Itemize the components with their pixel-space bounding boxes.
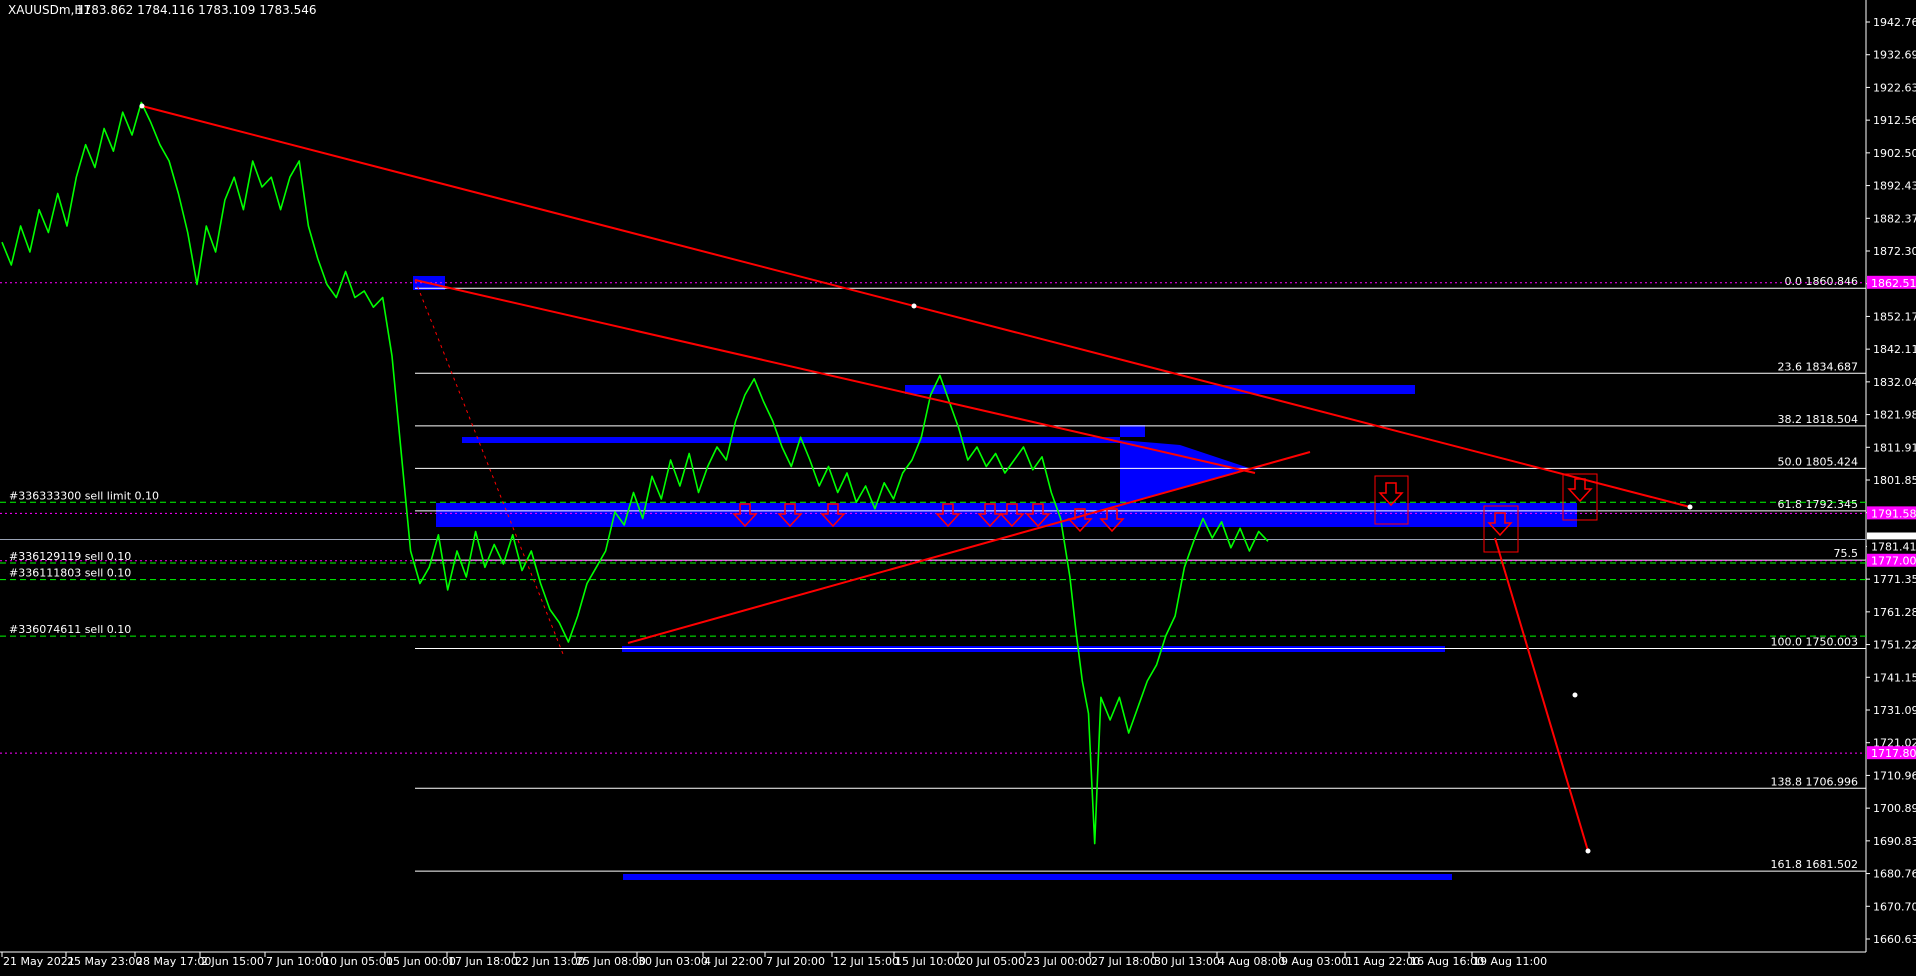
time-tick-label: 30 Jun 03:00 — [638, 955, 708, 968]
price-tick-label: 1801.850 — [1873, 474, 1916, 487]
supply-zone-7 — [1120, 425, 1145, 437]
price-tick-label: 1680.765 — [1873, 868, 1916, 881]
time-tick-label: 27 Jul 18:00 — [1091, 955, 1157, 968]
price-tick-label: 1811.915 — [1873, 441, 1916, 454]
time-tick-label: 19 Aug 11:00 — [1473, 955, 1547, 968]
price-tick-label: 1832.045 — [1873, 376, 1916, 389]
price-tick-label: 1821.980 — [1873, 409, 1916, 422]
order-label: #336333300 sell limit 0.10 — [9, 489, 159, 502]
supply-zone-3 — [905, 385, 1415, 394]
fib-level-label: 161.8 1681.502 — [1771, 858, 1858, 871]
price-tick-label: 1912.565 — [1873, 114, 1916, 127]
time-tick-label: 22 Jun 13:00 — [515, 955, 585, 968]
price-tick-label: 1771.350 — [1873, 573, 1916, 586]
price-tag-label: 1777.008 — [1871, 555, 1916, 568]
price-tick-label: 1932.695 — [1873, 49, 1916, 62]
price-tick-label: 1731.090 — [1873, 704, 1916, 717]
price-tick-label: 1882.370 — [1873, 212, 1916, 225]
fib-level-label: 100.0 1750.003 — [1771, 636, 1858, 649]
price-tick-label: 1842.110 — [1873, 343, 1916, 356]
trendline-anchor[interactable] — [1585, 848, 1591, 854]
time-tick-label: 4 Jul 22:00 — [704, 955, 763, 968]
supply-zone-6 — [623, 874, 1452, 880]
price-tag-label: 1781.415 — [1871, 540, 1916, 553]
price-tick-label: 1902.500 — [1873, 147, 1916, 160]
fib-level-label: 0.0 1860.846 — [1785, 275, 1858, 288]
trendline-anchor[interactable] — [911, 303, 917, 309]
chart-canvas[interactable]: XAUUSDm,H1 1783.862 1784.116 1783.109 17… — [0, 0, 1916, 972]
price-tick-label: 1872.305 — [1873, 245, 1916, 258]
price-tag-label: 1791.584 — [1871, 507, 1916, 520]
time-tick-label: 25 Jun 08:00 — [576, 955, 646, 968]
time-tick-label: 21 May 2021 — [3, 955, 75, 968]
price-tick-label: 1690.830 — [1873, 835, 1916, 848]
fib-level-label: 138.8 1706.996 — [1771, 775, 1858, 788]
order-label: #336074611 sell 0.10 — [9, 623, 131, 636]
price-tick-label: 1700.895 — [1873, 802, 1916, 815]
time-tick-label: 12 Jul 15:00 — [833, 955, 899, 968]
fib-level-label: 23.6 1834.687 — [1778, 360, 1858, 373]
supply-zone-4 — [462, 437, 1120, 443]
price-tick-label: 1852.175 — [1873, 310, 1916, 323]
time-tick-label: 7 Jun 10:00 — [266, 955, 329, 968]
price-tag-label: 1862.519 — [1871, 277, 1916, 290]
fib-level-label: 50.0 1805.424 — [1778, 455, 1858, 468]
time-tick-label: 17 Jun 18:00 — [448, 955, 518, 968]
fib-level-label: 75.5 — [1834, 547, 1859, 560]
time-tick-label: 7 Jul 20:00 — [766, 955, 825, 968]
price-tick-label: 1942.760 — [1873, 16, 1916, 29]
fib-level-label: 38.2 1818.504 — [1778, 413, 1858, 426]
price-tick-label: 1741.155 — [1873, 671, 1916, 684]
time-tick-label: 15 Jul 10:00 — [895, 955, 961, 968]
time-axis[interactable]: 21 May 202125 May 23:0028 May 17:002 Jun… — [1, 952, 1547, 968]
time-tick-label: 9 Aug 03:00 — [1281, 955, 1348, 968]
time-tick-label: 30 Jul 13:00 — [1154, 955, 1220, 968]
price-tick-label: 1892.435 — [1873, 180, 1916, 193]
time-tick-label: 23 Jul 00:00 — [1026, 955, 1092, 968]
price-tick-label: 1670.700 — [1873, 900, 1916, 913]
time-tick-label: 20 Jul 05:00 — [959, 955, 1025, 968]
price-tick-label: 1710.960 — [1873, 769, 1916, 782]
order-label: #336111803 sell 0.10 — [9, 567, 131, 580]
chart-background — [0, 0, 1916, 972]
price-tag-label: 1717.804 — [1871, 747, 1916, 760]
price-tick-label: 1761.285 — [1873, 606, 1916, 619]
time-tick-label: 2 Jun 15:00 — [201, 955, 264, 968]
time-tick-label: 15 Jun 00:00 — [386, 955, 456, 968]
price-tick-label: 1751.220 — [1873, 639, 1916, 652]
price-chart[interactable]: XAUUSDm,H1 1783.862 1784.116 1783.109 17… — [0, 0, 1916, 972]
price-tick-label: 1660.635 — [1873, 933, 1916, 946]
price-tick-label: 1922.630 — [1873, 81, 1916, 94]
trendline-anchor[interactable] — [1572, 692, 1578, 698]
ohlc-values: 1783.862 1784.116 1783.109 1783.546 — [76, 3, 316, 17]
price-axis[interactable]: 1942.760 1932.695 1922.630 1912.565 1902.500… — [1866, 16, 1916, 946]
time-tick-label: 4 Aug 08:00 — [1218, 955, 1285, 968]
fib-level-label: 61.8 1792.345 — [1778, 498, 1858, 511]
time-tick-label: 10 Jun 05:00 — [323, 955, 393, 968]
time-tick-label: 25 May 23:00 — [67, 955, 142, 968]
trendline-anchor[interactable] — [139, 103, 145, 109]
trendline-anchor[interactable] — [1687, 504, 1693, 510]
